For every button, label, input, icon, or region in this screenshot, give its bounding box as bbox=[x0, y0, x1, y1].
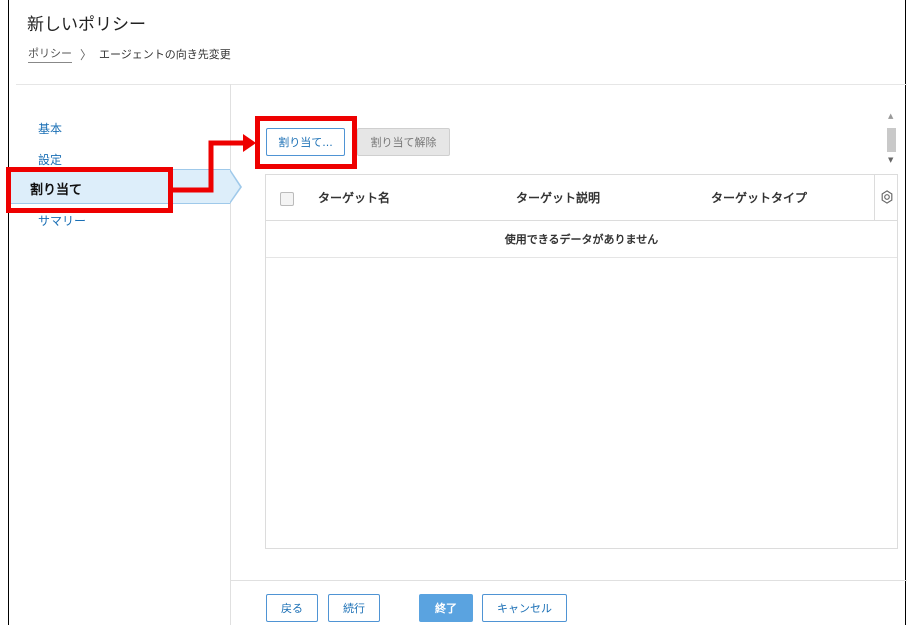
empty-table-row: 使用できるデータがありません bbox=[266, 220, 897, 258]
wizard-steps-sidebar: 基本 設定 割り当て サマリー bbox=[8, 84, 242, 625]
chevron-right-icon: 〉 bbox=[80, 47, 93, 62]
page-title: 新しいポリシー bbox=[27, 15, 146, 35]
column-header-target-description[interactable]: ターゲット説明 bbox=[516, 189, 600, 206]
cancel-button[interactable]: キャンセル bbox=[482, 594, 567, 622]
column-settings-button[interactable] bbox=[874, 175, 899, 220]
breadcrumb-current: エージェントの向き先変更 bbox=[99, 48, 231, 61]
breadcrumb: ポリシー 〉 エージェントの向き先変更 bbox=[28, 45, 231, 63]
select-all-checkbox[interactable] bbox=[280, 192, 294, 206]
gear-icon bbox=[881, 190, 893, 204]
sidebar-item-basic[interactable]: 基本 bbox=[38, 120, 62, 137]
scroll-down-icon[interactable]: ▼ bbox=[888, 156, 893, 164]
breadcrumb-link-policy[interactable]: ポリシー bbox=[28, 45, 72, 63]
column-header-target-name[interactable]: ターゲット名 bbox=[318, 189, 390, 206]
back-button[interactable]: 戻る bbox=[266, 594, 318, 622]
continue-button[interactable]: 続行 bbox=[328, 594, 380, 622]
annotation-highlight-assign-button bbox=[255, 116, 357, 169]
scroll-up-icon[interactable]: ▲ bbox=[888, 112, 893, 120]
sidebar-item-settings[interactable]: 設定 bbox=[38, 151, 62, 168]
table-header: ターゲット名 ターゲット説明 ターゲットタイプ bbox=[266, 175, 897, 221]
target-table: ターゲット名 ターゲット説明 ターゲットタイプ 使用できるデータがありません bbox=[265, 174, 898, 549]
scrollbar-thumb[interactable] bbox=[887, 128, 896, 152]
column-header-target-type[interactable]: ターゲットタイプ bbox=[711, 189, 807, 206]
annotation-highlight-assign-step bbox=[6, 167, 173, 213]
vertical-scrollbar[interactable]: ▲ ▼ bbox=[885, 112, 898, 168]
sidebar-item-summary[interactable]: サマリー bbox=[38, 212, 86, 229]
finish-button[interactable]: 終了 bbox=[419, 594, 473, 622]
unassign-button[interactable]: 割り当て解除 bbox=[357, 128, 450, 156]
active-step-pointer-fill bbox=[229, 170, 240, 203]
page-header: 新しいポリシー ポリシー 〉 エージェントの向き先変更 bbox=[16, 0, 907, 85]
empty-message: 使用できるデータがありません bbox=[504, 233, 659, 246]
